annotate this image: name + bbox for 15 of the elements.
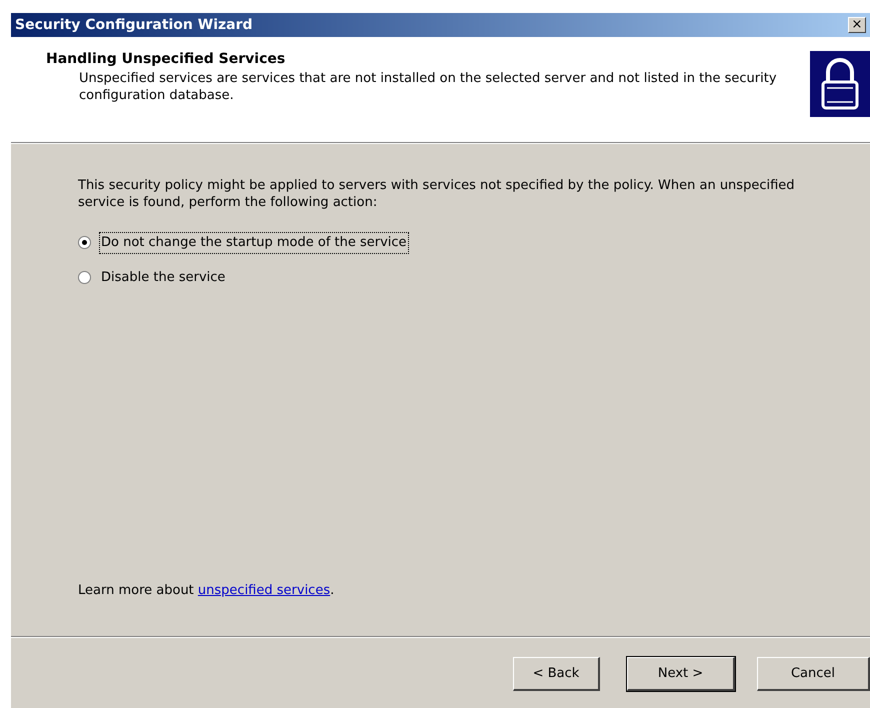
learn-more-text: Learn more about [78,582,195,600]
wizard-button[interactable]: < Back [513,657,600,691]
wizard-button[interactable]: Next > [627,657,735,691]
window-title: Security Configuration Wizard [15,16,253,34]
radio-button[interactable] [78,236,91,250]
intro-text: This security policy might be applied to servers with services not specified by the policy. When an unspecified service is found, perform the following action: [78,177,796,211]
header-description: Unspecified services are services that are not installed on the selected server and not listed in the security configuration database. [78,70,778,104]
close-button[interactable]: × [848,17,866,33]
wizard-button[interactable]: Cancel [757,657,870,691]
learn-more-link[interactable]: unspecified services [198,580,330,600]
header-title: Handling Unspecified Services [46,50,286,69]
option-label[interactable]: Do not change the startup mode of the service [99,232,409,254]
period-text: . [330,582,334,600]
radio-button[interactable] [78,270,91,284]
option-label[interactable]: Disable the service [99,266,228,288]
